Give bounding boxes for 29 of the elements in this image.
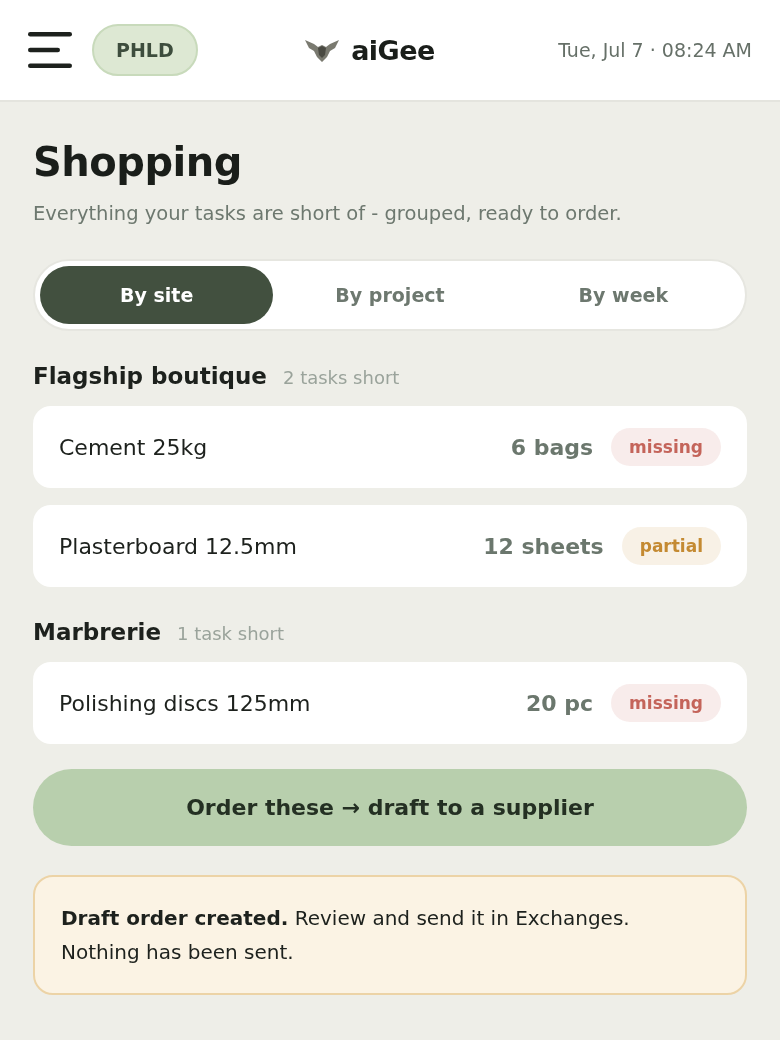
grouping-tab[interactable]: By site (40, 266, 274, 324)
grouping-tab[interactable]: By week (506, 266, 740, 324)
material-row[interactable]: Plasterboard 12.5mm 12 sheets partial (33, 505, 747, 587)
material-quantity: 12 sheets (483, 533, 604, 559)
short-task-count: 2 tasks short (282, 367, 400, 388)
material-name: Polishing discs 125mm (59, 690, 312, 716)
date-time: Tue, Jul 7 · 08:24 AM (558, 39, 752, 61)
status-tag: missing (611, 428, 721, 466)
winged-emblem-icon (305, 38, 340, 62)
brand-name: aiGee (351, 34, 435, 66)
grouping-tab[interactable]: By project (273, 266, 507, 324)
material-name: Plasterboard 12.5mm (59, 533, 298, 559)
material-quantity: 20 pc (526, 690, 594, 716)
status-tag: partial (621, 527, 721, 565)
site-name: Flagship boutique (33, 363, 267, 389)
material-quantity: 6 bags (510, 434, 594, 460)
page-title: Shopping (33, 138, 243, 186)
order-button[interactable]: Order these → draft to a supplier (33, 769, 747, 846)
site-name: Marbrerie (33, 619, 161, 645)
material-row[interactable]: Polishing discs 125mm 20 pc missing (33, 662, 747, 744)
menu-button[interactable] (28, 32, 72, 68)
material-name: Cement 25kg (59, 434, 209, 460)
material-row[interactable]: Cement 25kg 6 bags missing (33, 406, 747, 488)
short-task-count: 1 task short (177, 623, 285, 644)
site-code-badge: PHLD (92, 24, 198, 76)
status-tag: missing (611, 684, 721, 722)
page-subtitle: Everything your tasks are short of - grouped, ready to order. (33, 202, 623, 225)
notice-text: Draft order created. Review and send it in Exchanges. Nothing has been sent. (61, 905, 631, 966)
menu-icon (28, 32, 72, 68)
